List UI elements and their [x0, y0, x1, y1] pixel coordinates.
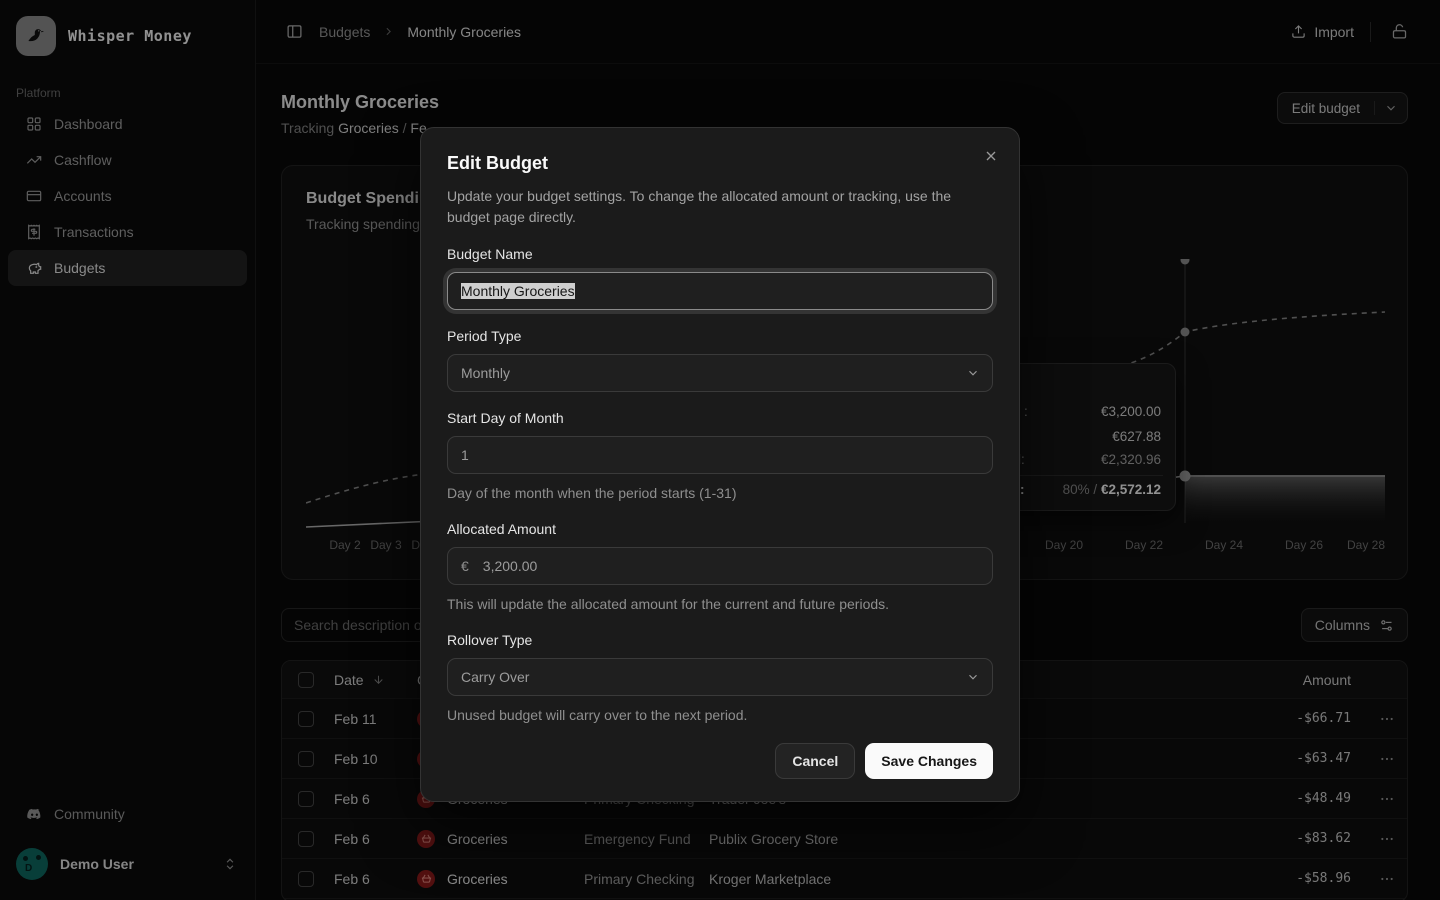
rollover-type-help: Unused budget will carry over to the nex…: [447, 706, 993, 725]
allocated-amount-input[interactable]: €: [447, 547, 993, 585]
selected-text: Monthly Groceries: [461, 283, 575, 299]
chevron-down-icon: [966, 670, 980, 684]
allocated-amount-value[interactable]: [483, 558, 979, 574]
rollover-type-label: Rollover Type: [447, 631, 993, 650]
cancel-button[interactable]: Cancel: [775, 743, 855, 779]
modal-description: Update your budget settings. To change t…: [447, 186, 993, 228]
period-type-select[interactable]: Monthly: [447, 354, 993, 392]
start-day-help: Day of the month when the period starts …: [447, 484, 993, 503]
currency-prefix: €: [461, 558, 469, 574]
chevron-down-icon: [966, 366, 980, 380]
start-day-input[interactable]: [447, 436, 993, 474]
start-day-label: Start Day of Month: [447, 409, 993, 428]
edit-budget-modal: Edit Budget Update your budget settings.…: [420, 127, 1020, 802]
budget-name-input[interactable]: Monthly Groceries: [447, 272, 993, 310]
rollover-type-select[interactable]: Carry Over: [447, 658, 993, 696]
budget-name-label: Budget Name: [447, 245, 993, 264]
allocated-amount-help: This will update the allocated amount fo…: [447, 595, 993, 614]
save-changes-button[interactable]: Save Changes: [865, 743, 993, 779]
start-day-value[interactable]: [461, 447, 979, 463]
allocated-amount-label: Allocated Amount: [447, 520, 993, 539]
modal-title: Edit Budget: [447, 150, 993, 176]
period-type-label: Period Type: [447, 327, 993, 346]
close-icon[interactable]: [979, 144, 1003, 168]
